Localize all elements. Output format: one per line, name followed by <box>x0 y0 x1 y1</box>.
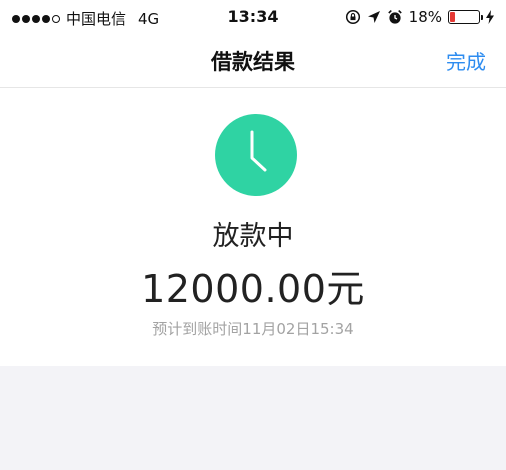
battery-icon <box>448 10 483 24</box>
status-bar: 中国电信 4G 13:34 18% <box>0 0 506 34</box>
lock-rotation-icon <box>345 9 360 25</box>
battery-percent: 18% <box>408 8 442 26</box>
loan-status: 放款中 <box>212 221 294 252</box>
navigation-bar: 借款结果 完成 <box>0 34 506 88</box>
estimated-arrival-time: 预计到账时间11月02日15:34 <box>152 320 354 338</box>
page-title: 借款结果 <box>211 50 295 74</box>
charging-bolt-icon <box>486 10 494 24</box>
clock-icon <box>215 114 297 196</box>
loan-amount: 12000.00元 <box>141 267 365 311</box>
bottom-background <box>0 366 506 470</box>
done-button[interactable]: 完成 <box>446 46 486 75</box>
battery-fill <box>450 12 455 22</box>
location-arrow-icon <box>367 11 380 23</box>
alarm-icon <box>387 10 402 24</box>
status-bar-right: 18% <box>345 8 494 26</box>
